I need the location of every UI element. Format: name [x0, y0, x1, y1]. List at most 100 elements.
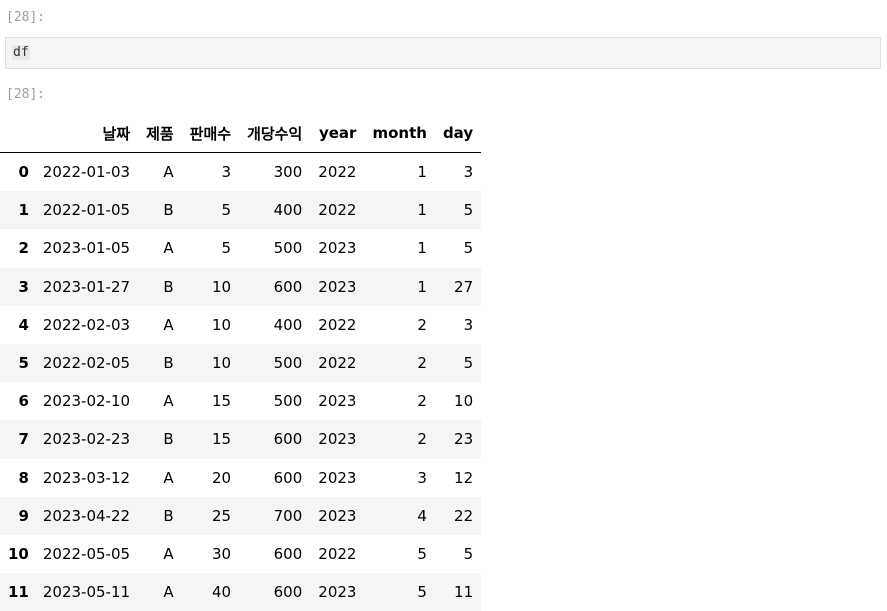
table-cell: 600	[273, 583, 303, 602]
table-cell: 2023	[318, 430, 357, 449]
table-cell: 2022	[318, 544, 357, 563]
table-cell: 5	[463, 544, 474, 563]
index-header	[0, 114, 35, 153]
table-cell: 2022	[318, 315, 357, 334]
table-cell: 15	[211, 392, 232, 411]
table-cell: 5	[221, 201, 232, 220]
table-cell: 2023	[318, 392, 357, 411]
table-cell: 500	[273, 354, 303, 373]
table-cell: 2022	[318, 354, 357, 373]
table-cell: 40	[211, 583, 232, 602]
row-index: 7	[18, 430, 29, 449]
table-cell: 2023-01-27	[42, 277, 131, 296]
table-cell: 2023	[318, 239, 357, 258]
table-row: 11 2023-05-11 A 40 600 2023 5 11	[0, 573, 482, 611]
column-header: 개당수익	[239, 114, 311, 153]
table-cell: 5	[463, 239, 474, 258]
column-header: 제품	[138, 114, 182, 153]
table-cell: 10	[211, 277, 232, 296]
table-cell: 5	[463, 354, 474, 373]
table-cell: 5	[221, 239, 232, 258]
row-index: 0	[18, 163, 29, 182]
table-cell: 2022-01-03	[42, 163, 131, 182]
table-cell: B	[163, 430, 174, 449]
table-row: 4 2022-02-03 A 10 400 2022 2 3	[0, 305, 482, 344]
table-cell: 2022-05-05	[42, 544, 131, 563]
output-prompt: [28]:	[6, 87, 46, 102]
table-cell: 30	[211, 544, 232, 563]
table-row: 5 2022-02-05 B 10 500 2022 2 5	[0, 343, 482, 383]
table-cell: 1	[417, 277, 427, 296]
table-cell: 400	[273, 315, 303, 334]
table-cell: 5	[417, 583, 427, 602]
column-header: 날짜	[34, 114, 139, 153]
row-index: 11	[8, 583, 29, 602]
table-cell: 600	[273, 277, 303, 296]
table-cell: 2023	[318, 506, 357, 525]
table-cell: 2023-02-23	[42, 430, 131, 449]
table-row: 1 2022-01-05 B 5 400 2022 1 5	[0, 191, 482, 230]
row-index: 3	[18, 277, 29, 296]
table-cell: 2023-03-12	[42, 468, 131, 487]
column-header: year	[310, 114, 365, 153]
table-cell: 2	[417, 315, 427, 334]
table-cell: 11	[454, 583, 474, 602]
table-cell: 600	[273, 544, 303, 563]
table-cell: 2	[417, 354, 427, 373]
table-cell: 2023-04-22	[42, 506, 131, 525]
dataframe-table: 날짜 제품 판매수 개당수익 year month day 0 2022-01-0…	[0, 114, 482, 611]
code-text: df	[12, 45, 30, 60]
table-cell: 3	[463, 163, 474, 182]
table-cell: 10	[211, 315, 232, 334]
table-cell: 15	[211, 430, 232, 449]
table-cell: 3	[221, 163, 232, 182]
input-prompt: [28]:	[6, 10, 46, 25]
table-cell: A	[163, 544, 174, 563]
table-cell: 2023-01-05	[42, 239, 131, 258]
table-cell: 600	[273, 468, 303, 487]
table-cell: 3	[417, 468, 427, 487]
table-cell: 1	[417, 163, 427, 182]
column-header: 판매수	[181, 114, 240, 153]
table-cell: 5	[417, 544, 427, 563]
table-cell: 2023-02-10	[42, 392, 131, 411]
table-cell: 20	[211, 468, 232, 487]
table-cell: 2022	[318, 163, 357, 182]
row-index: 10	[8, 544, 29, 563]
row-index: 2	[18, 239, 29, 258]
table-cell: A	[163, 239, 174, 258]
table-cell: A	[163, 468, 174, 487]
table-cell: 2023	[318, 583, 357, 602]
table-cell: 2022-02-03	[42, 315, 131, 334]
table-cell: B	[163, 201, 174, 220]
table-cell: B	[163, 354, 174, 373]
table-cell: 2022-02-05	[42, 354, 131, 373]
row-index: 6	[18, 392, 29, 411]
table-cell: 25	[211, 506, 232, 525]
code-cell[interactable]: df	[5, 37, 881, 69]
table-cell: 2	[417, 430, 427, 449]
table-cell: 12	[454, 468, 474, 487]
row-index: 9	[18, 506, 29, 525]
table-cell: A	[163, 392, 174, 411]
table-cell: B	[163, 506, 174, 525]
table-cell: 600	[273, 430, 303, 449]
table-cell: 27	[454, 277, 474, 296]
table-cell: 1	[417, 201, 427, 220]
table-cell: 2	[417, 392, 427, 411]
table-row: 2 2023-01-05 A 5 500 2023 1 5	[0, 229, 482, 268]
table-cell: 4	[417, 506, 427, 525]
row-index: 1	[18, 201, 29, 220]
table-cell: 2023	[318, 468, 357, 487]
table-row: 8 2023-03-12 A 20 600 2023 3 12	[0, 458, 482, 497]
table-cell: 500	[273, 239, 303, 258]
table-row: 9 2023-04-22 B 25 700 2023 4 22	[0, 496, 482, 535]
table-cell: 1	[417, 239, 427, 258]
header-row: 날짜 제품 판매수 개당수익 year month day	[0, 114, 482, 153]
column-header: day	[434, 114, 482, 153]
table-row: 6 2023-02-10 A 15 500 2023 2 10	[0, 382, 482, 421]
table-row: 3 2023-01-27 B 10 600 2023 1 27	[0, 267, 482, 306]
table-cell: B	[163, 277, 174, 296]
table-cell: 300	[273, 163, 303, 182]
table-cell: 500	[273, 392, 303, 411]
